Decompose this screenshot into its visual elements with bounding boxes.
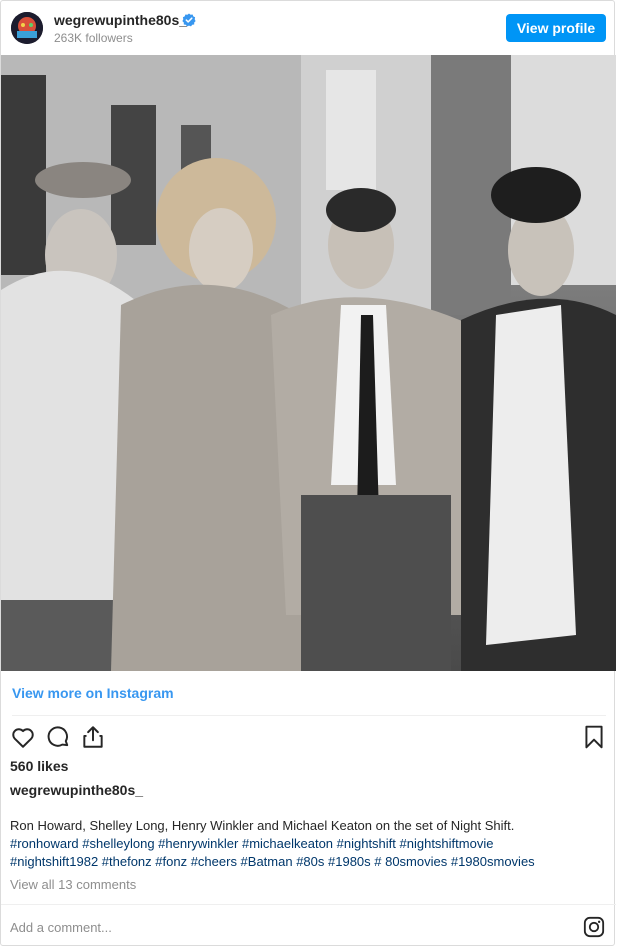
view-all-comments-link[interactable]: View all 13 comments [10, 877, 136, 892]
profile-avatar[interactable] [11, 12, 43, 44]
caption-hashtags-line-2[interactable]: #nightshift1982 #thefonz #fonz #cheers #… [10, 853, 606, 871]
post-header: wegrewupinthe80s_ 263K followers View pr… [1, 1, 616, 55]
profile-username[interactable]: wegrewupinthe80s_ [54, 12, 187, 28]
verified-badge-icon [182, 13, 196, 27]
instagram-logo-icon[interactable] [583, 916, 605, 938]
heart-icon[interactable] [10, 724, 36, 750]
comment-icon[interactable] [45, 724, 71, 750]
caption-hashtags-line-1[interactable]: #ronhoward #shelleylong #henrywinkler #m… [10, 835, 606, 853]
caption-text: Ron Howard, Shelley Long, Henry Winkler … [10, 818, 515, 833]
follower-count: 263K followers [54, 31, 133, 45]
post-caption: Ron Howard, Shelley Long, Henry Winkler … [10, 817, 606, 871]
like-count[interactable]: 560 likes [10, 758, 68, 774]
view-profile-button[interactable]: View profile [506, 14, 606, 42]
divider [12, 715, 606, 716]
caption-username[interactable]: wegrewupinthe80s_ [10, 782, 143, 798]
post-photo[interactable] [1, 55, 616, 671]
instagram-embed-card: wegrewupinthe80s_ 263K followers View pr… [0, 0, 616, 946]
view-more-on-instagram-link[interactable]: View more on Instagram [12, 685, 174, 701]
bookmark-icon[interactable] [581, 724, 607, 750]
add-comment-input[interactable] [10, 913, 570, 941]
divider [1, 904, 616, 905]
share-icon[interactable] [80, 724, 106, 750]
